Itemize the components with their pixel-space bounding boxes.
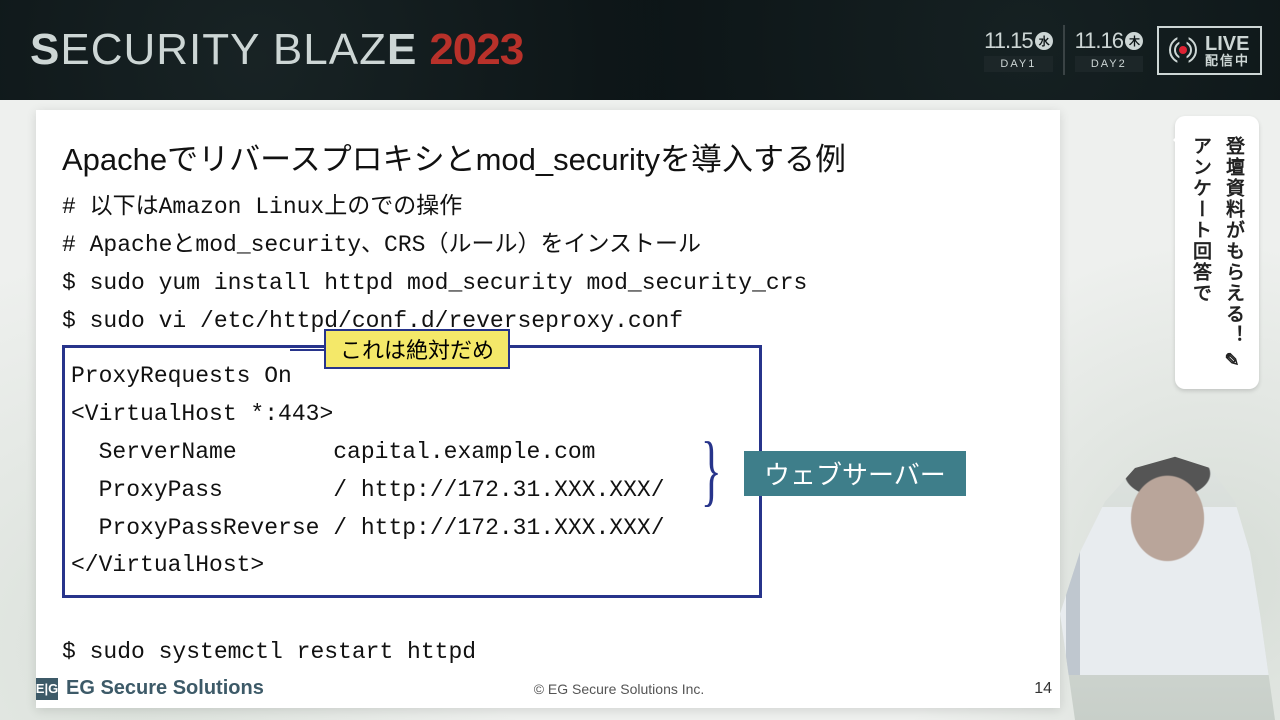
- live-main: LIVE: [1205, 33, 1249, 55]
- day-group: 11.15 水 DAY1 11.16 木 DAY2: [984, 25, 1143, 75]
- day-date: 11.16 木: [1075, 28, 1143, 54]
- event-year: 2023: [429, 25, 523, 75]
- presentation-slide: Apacheでリバースプロキシとmod_securityを導入する例 # 以下は…: [36, 110, 1060, 708]
- live-badge: LIVE 配信中: [1157, 26, 1262, 75]
- date-text: 11.15: [984, 28, 1032, 54]
- survey-line-1: アンケート回答で: [1187, 136, 1214, 371]
- company-logo-box: E|G: [36, 678, 58, 700]
- company-name: EG Secure Solutions: [66, 677, 264, 700]
- callout-bad: これは絶対だめ: [324, 329, 510, 369]
- day-separator: [1063, 25, 1065, 75]
- config-wrapper: これは絶対だめ ProxyRequests On <VirtualHost *:…: [62, 345, 1034, 599]
- brace-icon: }: [701, 425, 722, 516]
- event-name: SECURITY BLAZE: [30, 25, 417, 75]
- company-logo: E|G EG Secure Solutions: [36, 677, 264, 700]
- copyright: © EG Secure Solutions Inc.: [534, 681, 705, 697]
- callout-webserver: ウェブサーバー: [744, 451, 966, 496]
- broadcast-icon: [1169, 40, 1197, 60]
- slide-footer: E|G EG Secure Solutions © EG Secure Solu…: [36, 677, 1060, 700]
- day-label: DAY1: [984, 56, 1052, 72]
- dow-badge: 水: [1035, 32, 1053, 50]
- event-name-part: E: [387, 25, 417, 74]
- event-header: SECURITY BLAZE 2023 11.15 水 DAY1 11.16 木…: [0, 0, 1280, 100]
- day-label: DAY2: [1075, 56, 1143, 72]
- event-name-part: ECURITY BLAZ: [60, 25, 387, 74]
- dow-badge: 木: [1125, 32, 1143, 50]
- survey-callout: アンケート回答で 登壇資料がもらえる！✎: [1175, 116, 1259, 389]
- day-1: 11.15 水 DAY1: [984, 28, 1052, 72]
- event-title: SECURITY BLAZE 2023: [30, 25, 523, 75]
- live-sub: 配信中: [1205, 54, 1250, 67]
- header-right: 11.15 水 DAY1 11.16 木 DAY2 LIVE 配信中: [984, 25, 1262, 75]
- day-date: 11.15 水: [984, 28, 1052, 54]
- live-text: LIVE 配信中: [1205, 34, 1250, 67]
- restart-command: $ sudo systemctl restart httpd: [62, 634, 1034, 672]
- date-text: 11.16: [1075, 28, 1123, 54]
- day-2: 11.16 木 DAY2: [1075, 28, 1143, 72]
- page-number: 14: [1034, 680, 1052, 698]
- config-box: ProxyRequests On <VirtualHost *:443> Ser…: [62, 345, 762, 599]
- survey-line-2: 登壇資料がもらえる！✎: [1220, 136, 1247, 371]
- event-name-part: S: [30, 25, 60, 74]
- slide-title: Apacheでリバースプロキシとmod_securityを導入する例: [62, 134, 1034, 179]
- speaker-video: [1030, 440, 1280, 720]
- pencil-icon: ✎: [1224, 350, 1241, 371]
- command-block: # 以下はAmazon Linux上のでの操作 # Apacheとmod_sec…: [62, 189, 1034, 341]
